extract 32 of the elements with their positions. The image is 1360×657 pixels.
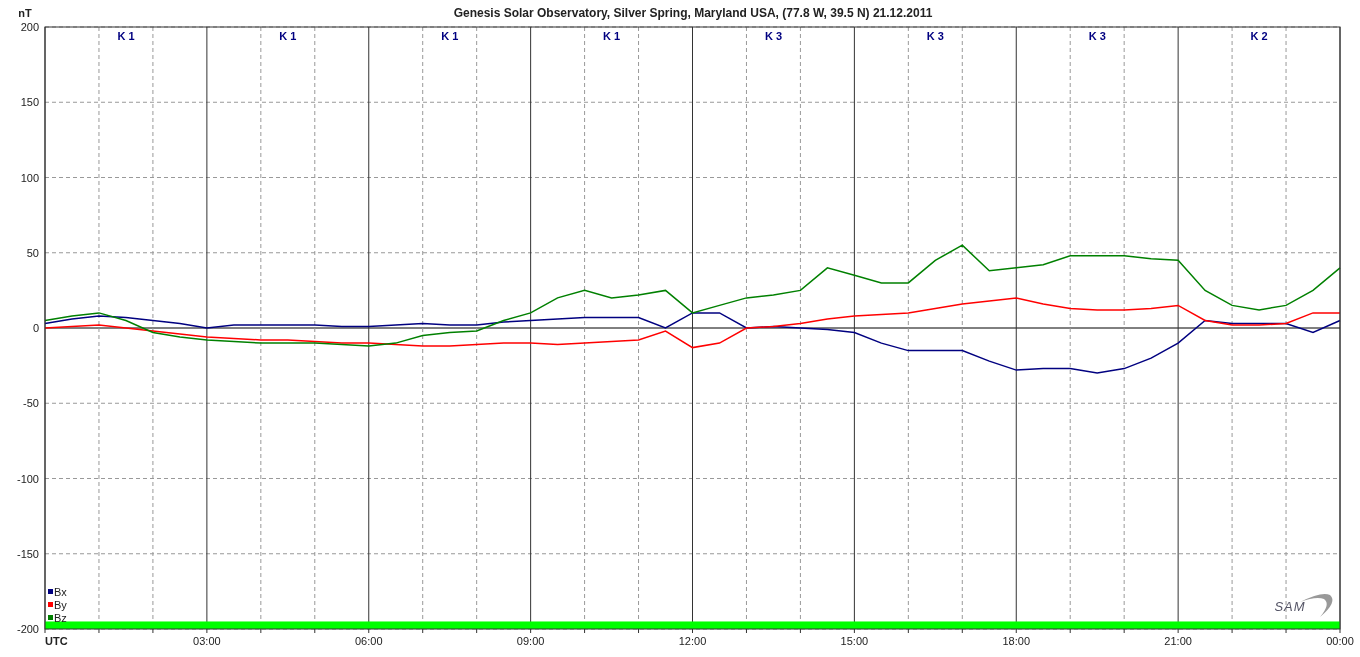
y-axis-unit: nT xyxy=(18,7,32,19)
y-tick-label: 150 xyxy=(20,96,39,109)
x-tick-label: 03:00 xyxy=(193,635,221,647)
x-tick-label: 12:00 xyxy=(678,635,707,647)
x-tick-label: 21:00 xyxy=(1164,635,1192,647)
x-tick-label: UTC xyxy=(45,635,68,647)
k-index-label: K 1 xyxy=(603,30,621,42)
y-tick-label: -50 xyxy=(23,397,39,410)
k-index-label: K 3 xyxy=(1088,30,1106,42)
k-index-label: K 1 xyxy=(117,30,135,42)
x-tick-label: 15:00 xyxy=(840,635,869,647)
y-tick-label: -100 xyxy=(16,472,39,485)
y-tick-label: 200 xyxy=(20,21,39,33)
x-tick-label: 00:00 xyxy=(1326,635,1354,647)
k-index-label: K 2 xyxy=(1250,30,1268,42)
x-tick-label: 09:00 xyxy=(516,635,545,647)
x-tick-label: 06:00 xyxy=(355,635,383,647)
logo: SAM xyxy=(1274,599,1306,614)
k-index-label: K 3 xyxy=(926,30,944,42)
y-tick-label: -200 xyxy=(16,623,39,635)
x-tick-label: 18:00 xyxy=(1002,635,1030,647)
k-index-label: K 3 xyxy=(764,30,782,42)
k-index-label: K 1 xyxy=(441,30,459,42)
chart-title: Genesis Solar Observatory, Silver Spring, Maryland USA, (77.8 W, 39.5 N) 21.12.2011 xyxy=(453,6,933,20)
k-index-label: K 1 xyxy=(279,30,297,42)
legend-label: Bx xyxy=(54,586,67,598)
y-tick-label: 100 xyxy=(20,171,39,184)
y-tick-label: 50 xyxy=(26,246,39,259)
y-tick-label: 0 xyxy=(32,322,39,334)
legend-label: By xyxy=(54,599,67,611)
legend-label: Bz xyxy=(54,612,67,624)
y-tick-label: -150 xyxy=(16,547,39,560)
